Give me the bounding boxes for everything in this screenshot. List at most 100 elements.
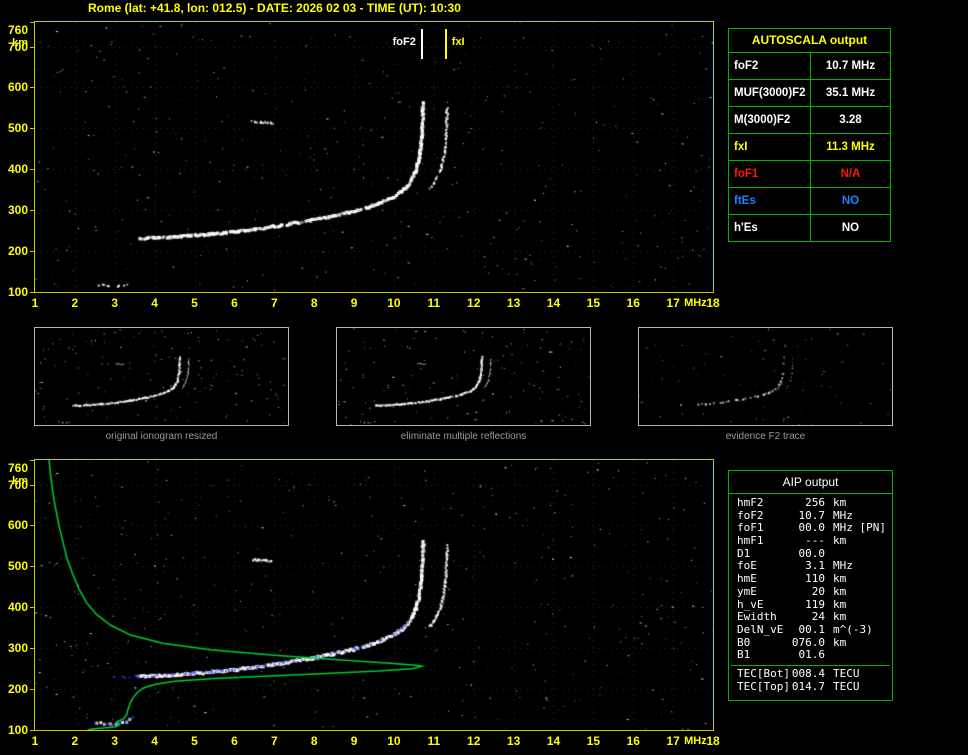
aip-tec-row: TEC[Bot] 008.4 TECU: [729, 666, 892, 681]
x-axis-tick-label: 4: [151, 296, 158, 310]
autoscala-param-name: foF2: [729, 53, 811, 79]
aip-table: AIP output hmF2 256 km foF2 10.7 MHz foF1 00.0 M…: [728, 470, 893, 701]
autoscala-param-value: 10.7 MHz: [825, 60, 876, 72]
ionogram-plot-top: [34, 21, 714, 293]
autoscala-param-name: MUF(3000)F2: [729, 80, 811, 106]
autoscala-output-screen: Rome (lat: +41.8, lon: 012.5) - DATE: 20…: [0, 0, 968, 755]
x-axis-tick-label: 17: [666, 734, 680, 748]
aip-param-value: 24: [811, 610, 825, 624]
aip-row: DelN_vE 00.1 m^(-3): [729, 622, 892, 637]
y-axis-tick-label: 200: [7, 682, 28, 697]
x-axis-tick-label: 11: [427, 734, 441, 748]
aip-param-unit: TECU: [833, 679, 860, 693]
y-axis-tick-label: 400: [7, 162, 28, 177]
x-axis-tick-label: 10: [387, 734, 401, 748]
x-axis-tick-label: 6: [231, 734, 238, 748]
y-axis-tick-icon: [30, 460, 34, 461]
aip-row: B1 01.6: [729, 649, 892, 662]
aip-param-name: B1: [737, 648, 751, 662]
x-axis-tick-label: 6: [231, 296, 238, 310]
y-axis-tick-label: 700: [7, 477, 28, 492]
autoscala-row: h'Es NO: [729, 215, 890, 241]
y-axis-tick-icon: [30, 22, 34, 23]
aip-row: hmE 110 km: [729, 572, 892, 586]
y-axis-tick-label: 760: [7, 461, 28, 475]
y-axis-tick-label: 600: [7, 80, 28, 95]
x-axis-tick-label: 16: [626, 296, 640, 310]
autoscala-param-name: foF1: [729, 161, 811, 187]
aip-param-value: 014.7: [791, 679, 825, 693]
x-axis-tick-label: 4: [151, 734, 158, 748]
y-axis-tick-icon: [30, 210, 34, 211]
y-axis-tick-label: 200: [7, 244, 28, 259]
ionogram-plot-bottom: [34, 459, 714, 731]
x-axis-unit-label: MHz: [684, 735, 707, 747]
ionogram-canvas-bottom: [35, 460, 713, 730]
thumbnail-caption-original: original ionogram resized: [105, 431, 218, 442]
x-axis-tick-label: 3: [111, 734, 119, 748]
x-axis-tick-label: 15: [586, 734, 601, 748]
x-axis-tick-label: 5: [191, 734, 198, 748]
autoscala-table-title: AUTOSCALA output: [729, 29, 890, 53]
x-axis-tick-label: 17: [666, 296, 680, 310]
x-axis-tick-label: 7: [270, 734, 278, 748]
x-axis-tick-label: 15: [586, 296, 601, 310]
autoscala-table-rows: foF2 10.7 MHz MUF(3000)F2 35.1 MHz M(3000)F2…: [729, 53, 890, 241]
thumbnail-multiple-reflections: [336, 327, 591, 426]
autoscala-param-value: NO: [841, 195, 860, 207]
y-axis-tick-icon: [30, 251, 34, 252]
x-axis-tick-label: 2: [71, 734, 79, 748]
x-axis-tick-label: 1: [31, 296, 39, 310]
x-axis-tick-label: 3: [111, 296, 119, 310]
aip-param-unit: m^(-3): [833, 622, 873, 636]
y-axis-tick-icon: [30, 47, 34, 48]
aip-param-value: 01.6: [798, 648, 826, 662]
thumbnail-caption-f2: evidence F2 trace: [725, 431, 806, 442]
y-axis-tick-label: 400: [7, 600, 28, 615]
aip-param-value: ---: [805, 534, 825, 548]
y-axis-tick-icon: [30, 648, 34, 649]
aip-param-value: 00.1: [798, 622, 826, 636]
y-axis-tick-icon: [30, 169, 34, 170]
x-axis-tick-label: 9: [350, 296, 358, 310]
aip-param-unit: km: [833, 584, 847, 598]
aip-param-name: hmE: [737, 572, 757, 586]
aip-param-unit: km: [833, 496, 847, 509]
marker-line-fof2: [420, 29, 423, 59]
aip-param-name: hmF2: [737, 496, 764, 509]
y-axis-tick-icon: [30, 525, 34, 526]
x-axis-tick-label: 9: [350, 734, 358, 748]
x-axis-unit-label: MHz: [684, 297, 707, 309]
aip-param-unit: km: [833, 610, 847, 624]
y-axis-tick-label: 500: [7, 121, 28, 136]
y-axis-tick-icon: [30, 87, 34, 88]
thumbnail-canvas-f2: [639, 328, 892, 425]
y-axis-tick-icon: [30, 689, 34, 690]
x-axis-tick-label: 10: [387, 296, 401, 310]
aip-tec-row: TEC[Top] 014.7 TECU: [729, 679, 892, 694]
autoscala-row: foF1 N/A: [729, 161, 890, 188]
y-axis-tick-label: 300: [7, 641, 28, 656]
x-axis-tick-label: 2: [71, 296, 79, 310]
x-axis-tick-label: 14: [546, 734, 561, 748]
aip-row: hmF1 --- km: [729, 534, 892, 548]
aip-param-unit: km: [833, 572, 847, 586]
y-axis-tick-label: 760: [7, 23, 28, 37]
y-axis-tick-icon: [30, 128, 34, 129]
ionogram-canvas-top: [35, 22, 713, 292]
x-axis-tick-label: 12: [467, 296, 481, 310]
autoscala-param-value: 11.3 MHz: [826, 141, 875, 153]
x-axis-tick-label: 8: [310, 296, 318, 310]
autoscala-table: AUTOSCALA output foF2 10.7 MHz MUF(3000)F2…: [728, 28, 891, 242]
autoscala-param-value: 35.1 MHz: [825, 87, 876, 99]
aip-param-value: 008.4: [791, 666, 825, 680]
aip-param-unit: km: [833, 534, 847, 548]
autoscala-param-name: h'Es: [729, 215, 811, 241]
x-axis-tick-label: 7: [270, 296, 278, 310]
y-axis-tick-label: 600: [7, 518, 28, 533]
y-axis-tick-icon: [30, 566, 34, 567]
aip-table-rows: hmF2 256 km foF2 10.7 MHz foF1 00.0 MHz [PN] hmF1-…: [729, 494, 892, 693]
aip-param-value: 110: [805, 572, 825, 586]
autoscala-param-name: M(3000)F2: [729, 107, 811, 133]
y-axis-tick-icon: [30, 607, 34, 608]
